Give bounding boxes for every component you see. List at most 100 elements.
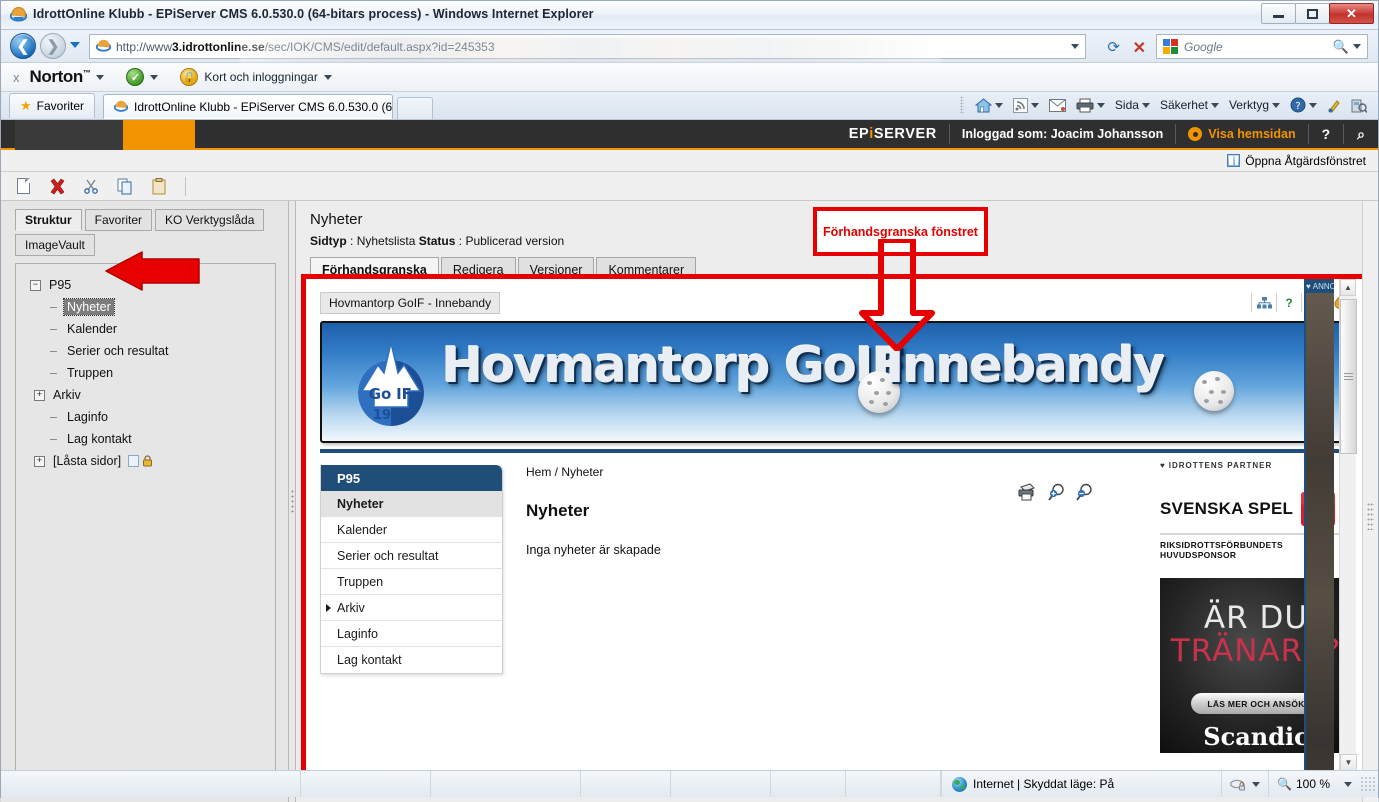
episerver-mode-tab-1[interactable] [15,120,123,150]
tab-struktur[interactable]: Struktur [15,209,82,231]
recent-pages-dropdown-icon[interactable] [70,42,80,48]
mail-button[interactable] [1046,98,1069,112]
tab-ko-verktygslada[interactable]: KO Verktygslåda [155,209,265,231]
security-menu-caret-icon[interactable] [1210,102,1219,108]
pane-splitter[interactable] [289,201,296,802]
home-button[interactable] [972,97,1006,113]
privacy-caret-icon[interactable] [1252,781,1261,787]
norton-status-icon[interactable]: ✓ [126,68,145,86]
print-button[interactable] [1073,98,1108,113]
sidenav-item-label: Arkiv [337,600,365,615]
norton-identity-lock-icon[interactable]: 🔒 [180,68,199,86]
browser-tab[interactable]: IdrottOnline Klubb - EPiServer CMS 6.0.5… [103,94,393,119]
norton-identity-caret-icon[interactable] [323,74,332,80]
command-bar-grip[interactable] [959,96,964,114]
zoom-in-icon[interactable] [1047,483,1066,502]
mail-icon [1048,98,1066,112]
tools-menu-button[interactable]: Verktyg [1226,98,1283,112]
security-menu-button[interactable]: Säkerhet [1157,98,1222,112]
vertical-scroll-thumb[interactable] [1340,299,1357,454]
tree-node-lasta-sidor[interactable]: + [Låsta sidor] [22,450,275,472]
tree-node-laginfo[interactable]: – Laginfo [22,406,275,428]
norton-menu-caret-icon[interactable] [96,74,105,80]
sidenav-item-kalender[interactable]: Kalender [321,517,502,543]
print-caret-icon[interactable] [1096,102,1105,108]
norton-identity-label[interactable]: Kort och inloggningar [204,70,317,84]
tree-node-truppen[interactable]: – Truppen [22,362,275,384]
search-input[interactable]: Google [1184,40,1333,54]
sidenav-item-lag-kontakt[interactable]: Lag kontakt [321,647,502,673]
tree-node-lag-kontakt[interactable]: – Lag kontakt [22,428,275,450]
help-menu-button[interactable]: ? [1287,97,1320,113]
help-button[interactable]: ? [1309,126,1344,142]
close-button[interactable]: ✕ [1329,3,1374,24]
action-window-label[interactable]: Öppna Åtgärdsfönstret [1245,154,1366,168]
site-header-crumb[interactable]: Hovmantorp GoIF - Innebandy [320,292,501,314]
page-menu-caret-icon[interactable] [1141,102,1150,108]
search-magnifier-icon[interactable]: 🔍 [1333,39,1349,55]
stop-icon[interactable]: ✕ [1133,38,1146,58]
new-tab-button[interactable] [397,97,433,119]
cut-button[interactable] [81,176,101,196]
copy-button[interactable] [115,176,135,196]
search-icon[interactable]: ⌕ [1344,126,1378,143]
collapse-toggle-icon[interactable]: − [30,279,41,291]
maximize-button[interactable] [1295,3,1330,24]
back-button[interactable]: ❮ [10,33,36,59]
search-box[interactable]: Google 🔍 [1156,34,1368,59]
norton-status-caret-icon[interactable] [150,74,159,80]
sidenav-item-arkiv[interactable]: Arkiv [321,595,502,621]
refresh-icon[interactable]: ⟳ [1107,38,1120,56]
sidenav-item-nyheter[interactable]: Nyheter [321,491,502,517]
preview-frame-highlight: Hovmantorp GoIF - Innebandy ? Go IF 1923… [301,274,1373,792]
minimize-button[interactable] [1261,3,1296,24]
feeds-caret-icon[interactable] [1030,102,1039,108]
view-site-button[interactable]: Visa hemsidan [1176,127,1307,141]
home-caret-icon[interactable] [994,102,1003,108]
scroll-down-arrow-icon[interactable]: ▼ [1340,754,1357,771]
tools-menu-caret-icon[interactable] [1272,102,1280,108]
expand-toggle-icon[interactable]: + [34,389,45,401]
sidenav-item-laginfo[interactable]: Laginfo [321,621,502,647]
paste-button[interactable] [149,176,169,196]
printer-icon[interactable] [1017,483,1038,502]
feeds-button[interactable] [1010,97,1042,113]
tab-imagevault[interactable]: ImageVault [15,234,95,256]
sidenav-item-truppen[interactable]: Truppen [321,569,502,595]
new-page-button[interactable] [13,176,33,196]
zoom-out-icon[interactable] [1075,483,1094,502]
scroll-up-arrow-icon[interactable]: ▲ [1340,279,1356,296]
sitemap-icon[interactable] [1252,293,1277,312]
help-caret-icon[interactable] [1309,102,1317,108]
favorites-button[interactable]: ★ Favoriter [9,93,95,118]
window-resize-grip[interactable] [1360,776,1376,792]
page-vertical-scrollbar[interactable] [1362,201,1378,802]
tree-node-kalender[interactable]: – Kalender [22,318,275,340]
zoom-control[interactable]: 🔍 100 % [1268,771,1360,797]
tree-node-label: Lag kontakt [67,432,132,446]
preview-vertical-scrollbar[interactable]: ▲ ▼ [1339,279,1357,771]
zoom-caret-icon[interactable] [1344,781,1352,787]
scandic-cta-button[interactable]: LÄS MER OCH ANSÖK [1191,693,1321,714]
forward-button[interactable]: ❯ [40,33,66,59]
tree-node-arkiv[interactable]: + Arkiv [22,384,275,406]
question-icon[interactable]: ? [1277,293,1302,312]
snapshot-tool-icon[interactable] [1348,98,1370,113]
url-input[interactable]: http://www3.idrottonline.se/sec/IOK/CMS/… [89,34,1086,63]
privacy-indicator[interactable] [1221,771,1268,797]
security-zone-indicator[interactable]: Internet | Skyddat läge: På [941,771,1124,797]
delete-button[interactable] [47,176,67,196]
episerver-mode-tab-2-active[interactable] [123,120,195,150]
clipped-ad-image[interactable] [1306,293,1334,787]
tree-node-nyheter[interactable]: – Nyheter [22,296,275,318]
page-menu-button[interactable]: Sida [1112,98,1153,112]
tree-node-serier-och-resultat[interactable]: – Serier och resultat [22,340,275,362]
norton-close-icon[interactable]: x [9,70,24,85]
search-provider-dropdown-icon[interactable] [1353,44,1361,49]
tab-favoriter[interactable]: Favoriter [84,209,153,231]
expand-toggle-icon[interactable]: + [34,455,45,467]
sidenav-item-serier-och-resultat[interactable]: Serier och resultat [321,543,502,569]
url-dropdown-icon[interactable] [1071,44,1079,49]
pen-tool-icon[interactable] [1324,98,1344,113]
breadcrumb: Hem / Nyheter [526,465,604,479]
